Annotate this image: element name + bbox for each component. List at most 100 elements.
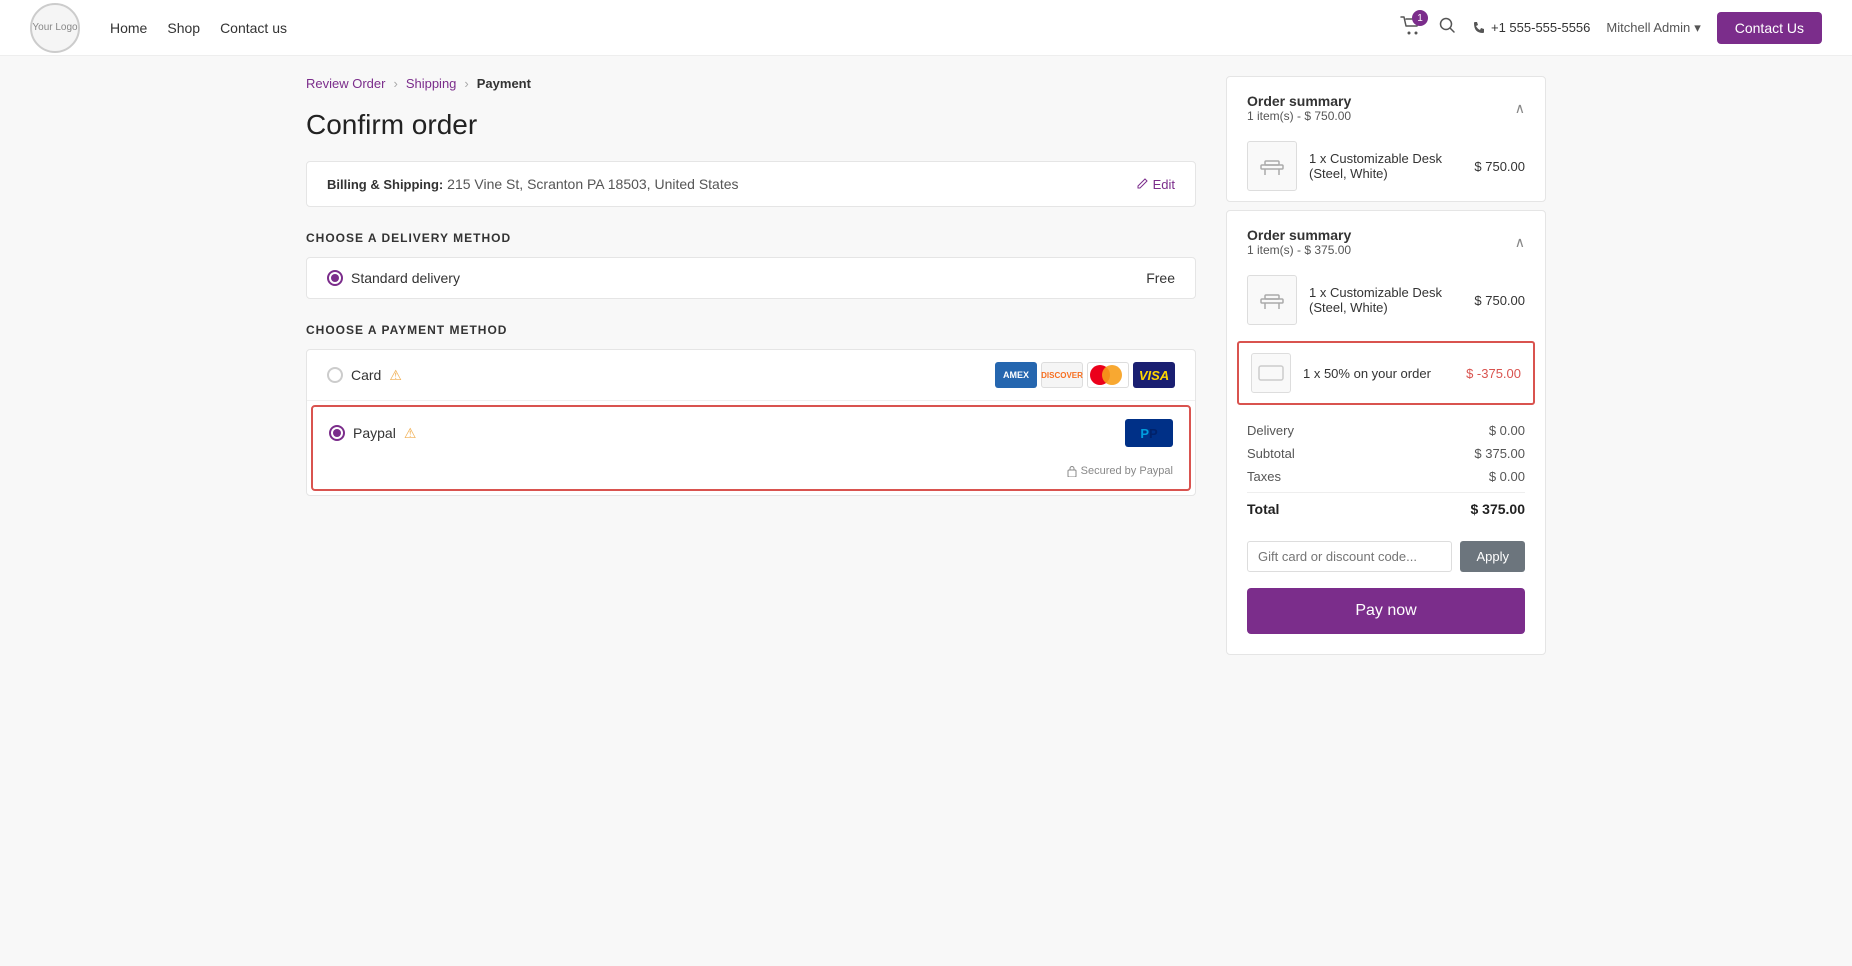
amex-logo: AMEX bbox=[995, 362, 1037, 388]
breadcrumb: Review Order › Shipping › Payment bbox=[306, 76, 1196, 91]
paypal-warn-icon: ⚠ bbox=[404, 425, 417, 442]
breadcrumb-payment: Payment bbox=[477, 76, 531, 91]
order-summary-1-chevron-icon[interactable]: ∧ bbox=[1515, 100, 1525, 117]
price-row-total: Total $ 375.00 bbox=[1247, 501, 1525, 517]
order-summary-subtitle-1: 1 item(s) - $ 750.00 bbox=[1247, 109, 1351, 123]
order-summary-subtitle-2: 1 item(s) - $ 375.00 bbox=[1247, 243, 1351, 257]
order-summary-header-2: Order summary 1 item(s) - $ 375.00 ∧ bbox=[1227, 211, 1545, 265]
delivery-option-price: Free bbox=[1146, 270, 1175, 286]
billing-address: 215 Vine St, Scranton PA 18503, United S… bbox=[447, 176, 738, 192]
delivery-option-left: Standard delivery bbox=[327, 270, 460, 286]
order-summary-title-1: Order summary bbox=[1247, 93, 1351, 109]
breadcrumb-shipping[interactable]: Shipping bbox=[406, 76, 457, 91]
item-price-1: $ 750.00 bbox=[1474, 159, 1525, 174]
right-sidebar: Order summary 1 item(s) - $ 750.00 ∧ 1 x… bbox=[1226, 76, 1546, 655]
item-price-2: $ 750.00 bbox=[1474, 293, 1525, 308]
breadcrumb-sep-2: › bbox=[464, 76, 468, 91]
price-rows: Delivery $ 0.00 Subtotal $ 375.00 Taxes … bbox=[1227, 411, 1545, 541]
order-summary-title-2: Order summary bbox=[1247, 227, 1351, 243]
paypal-label: Paypal bbox=[353, 425, 396, 441]
logo: Your Logo bbox=[30, 3, 80, 53]
cart-badge: 1 bbox=[1412, 10, 1428, 26]
page-title: Confirm order bbox=[306, 109, 1196, 141]
desk-icon-1 bbox=[1257, 151, 1287, 181]
billing-shipping-card: Billing & Shipping: 215 Vine St, Scranto… bbox=[306, 161, 1196, 207]
divider bbox=[1247, 492, 1525, 493]
mastercard-logo bbox=[1087, 362, 1129, 388]
nav-home[interactable]: Home bbox=[110, 20, 147, 36]
main-container: Review Order › Shipping › Payment Confir… bbox=[276, 56, 1576, 675]
discount-input[interactable] bbox=[1247, 541, 1452, 572]
header: Your Logo Home Shop Contact us 1 +1 55 bbox=[0, 0, 1852, 56]
lock-icon bbox=[1067, 465, 1077, 477]
phone-display: +1 555-555-5556 bbox=[1472, 20, 1590, 35]
taxes-value: $ 0.00 bbox=[1489, 469, 1525, 484]
payment-option-card[interactable]: Card ⚠ AMEX DISCOVER VISA bbox=[307, 350, 1195, 401]
phone-icon bbox=[1472, 21, 1486, 35]
logo-area: Your Logo bbox=[30, 3, 80, 53]
desk-icon-2 bbox=[1257, 285, 1287, 315]
item-thumb-1 bbox=[1247, 141, 1297, 191]
paypal-radio bbox=[329, 425, 345, 441]
order-summary-card-1: Order summary 1 item(s) - $ 750.00 ∧ 1 x… bbox=[1226, 76, 1546, 202]
discount-name: 1 x 50% on your order bbox=[1303, 366, 1454, 381]
edit-billing-button[interactable]: Edit bbox=[1137, 177, 1175, 192]
billing-label: Billing & Shipping: bbox=[327, 177, 443, 192]
paypal-option-container[interactable]: Paypal ⚠ PP Secured by Paypal bbox=[311, 405, 1191, 491]
delivery-option-label: Standard delivery bbox=[351, 270, 460, 286]
item-thumb-2 bbox=[1247, 275, 1297, 325]
apply-button[interactable]: Apply bbox=[1460, 541, 1525, 572]
left-content: Review Order › Shipping › Payment Confir… bbox=[306, 76, 1196, 655]
pay-now-button[interactable]: Pay now bbox=[1247, 588, 1525, 634]
breadcrumb-review-order[interactable]: Review Order bbox=[306, 76, 385, 91]
item-name-1: 1 x Customizable Desk (Steel, White) bbox=[1309, 151, 1462, 181]
delivery-label: Delivery bbox=[1247, 423, 1294, 438]
delivery-value: $ 0.00 bbox=[1489, 423, 1525, 438]
cart-button[interactable]: 1 bbox=[1400, 16, 1422, 39]
payment-section-header: CHOOSE A PAYMENT METHOD bbox=[306, 323, 1196, 337]
order-summary-2-chevron-icon[interactable]: ∧ bbox=[1515, 234, 1525, 251]
card-label: Card bbox=[351, 367, 381, 383]
breadcrumb-sep-1: › bbox=[393, 76, 397, 91]
order-summary-card-2: Order summary 1 item(s) - $ 375.00 ∧ 1 x… bbox=[1226, 210, 1546, 655]
search-button[interactable] bbox=[1438, 16, 1456, 39]
price-row-subtotal: Subtotal $ 375.00 bbox=[1247, 446, 1525, 461]
order-item-1: 1 x Customizable Desk (Steel, White) $ 7… bbox=[1227, 131, 1545, 201]
total-label: Total bbox=[1247, 501, 1279, 517]
card-option-left: Card ⚠ bbox=[327, 367, 402, 384]
payment-card: Card ⚠ AMEX DISCOVER VISA bbox=[306, 349, 1196, 496]
total-value: $ 375.00 bbox=[1471, 501, 1526, 517]
price-row-taxes: Taxes $ 0.00 bbox=[1247, 469, 1525, 484]
delivery-option-standard[interactable]: Standard delivery Free bbox=[306, 257, 1196, 299]
price-row-delivery: Delivery $ 0.00 bbox=[1247, 423, 1525, 438]
item-name-2: 1 x Customizable Desk (Steel, White) bbox=[1309, 285, 1462, 315]
taxes-label: Taxes bbox=[1247, 469, 1281, 484]
nav-contact[interactable]: Contact us bbox=[220, 20, 287, 36]
secured-text: Secured by Paypal bbox=[313, 463, 1189, 489]
admin-menu[interactable]: Mitchell Admin ▾ bbox=[1606, 20, 1700, 36]
admin-label: Mitchell Admin bbox=[1606, 20, 1690, 35]
order-item-2: 1 x Customizable Desk (Steel, White) $ 7… bbox=[1227, 265, 1545, 335]
discover-logo: DISCOVER bbox=[1041, 362, 1083, 388]
billing-info: Billing & Shipping: 215 Vine St, Scranto… bbox=[327, 176, 739, 192]
discount-icon bbox=[1256, 358, 1286, 388]
nav-shop[interactable]: Shop bbox=[167, 20, 200, 36]
discount-code-row: Apply bbox=[1227, 541, 1545, 588]
delivery-radio-selected bbox=[327, 270, 343, 286]
discount-item: 1 x 50% on your order $ -375.00 bbox=[1237, 341, 1535, 405]
discount-thumb bbox=[1251, 353, 1291, 393]
contact-us-button[interactable]: Contact Us bbox=[1717, 12, 1822, 44]
order-summary-header-1: Order summary 1 item(s) - $ 750.00 ∧ bbox=[1227, 77, 1545, 131]
card-radio bbox=[327, 367, 343, 383]
paypal-option-left: Paypal ⚠ bbox=[329, 425, 416, 442]
delivery-section: CHOOSE A DELIVERY METHOD Standard delive… bbox=[306, 231, 1196, 299]
nav-links: Home Shop Contact us bbox=[110, 20, 287, 36]
phone-number: +1 555-555-5556 bbox=[1491, 20, 1590, 35]
discount-price: $ -375.00 bbox=[1466, 366, 1521, 381]
payment-section: CHOOSE A PAYMENT METHOD Card ⚠ AMEX DISC… bbox=[306, 323, 1196, 496]
paypal-button[interactable]: PP bbox=[1125, 419, 1173, 447]
delivery-section-header: CHOOSE A DELIVERY METHOD bbox=[306, 231, 1196, 245]
card-logos: AMEX DISCOVER VISA bbox=[995, 362, 1175, 388]
card-warn-icon: ⚠ bbox=[389, 367, 402, 384]
visa-logo: VISA bbox=[1133, 362, 1175, 388]
